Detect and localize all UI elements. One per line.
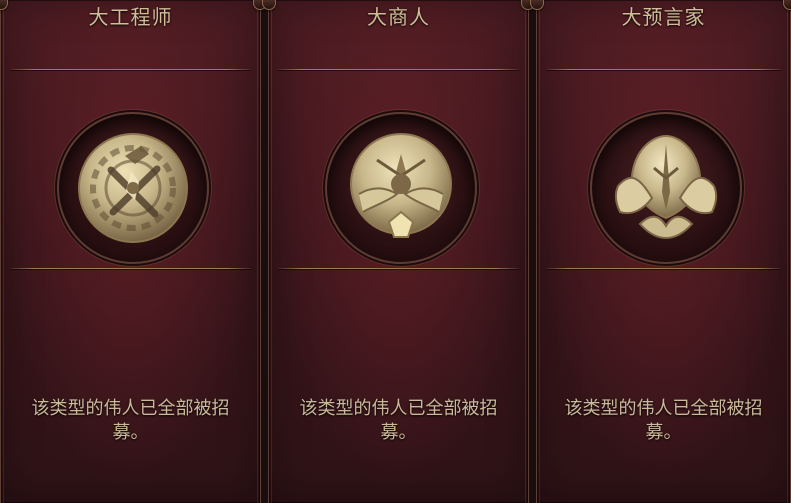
- great-engineer-title: 大工程师: [88, 5, 173, 29]
- recruitment-complete-message: 该类型的伟人已全部被招募。: [299, 398, 498, 443]
- great-engineer-medallion: [56, 112, 209, 264]
- great-prophet-title: 大预言家: [621, 5, 706, 29]
- prophet-winged-emblem-icon: [614, 134, 717, 240]
- panel-divider-bottom: [546, 268, 781, 269]
- recruitment-complete-message: 该类型的伟人已全部被招募。: [31, 398, 230, 443]
- panel-divider-bottom: [10, 268, 251, 269]
- great-prophet-medallion: [589, 112, 742, 264]
- great-engineer-panel[interactable]: 大工程师 该类型的伟人已全部被招募。: [0, 0, 267, 503]
- great-merchant-title: 大商人: [367, 5, 430, 29]
- engineer-gear-emblem-icon: [77, 133, 188, 243]
- panel-divider-bottom: [278, 268, 519, 269]
- great-prophet-panel[interactable]: 大预言家 该类型的伟人已全部被招募。: [530, 0, 791, 503]
- great-merchant-medallion: [324, 112, 477, 264]
- panel-divider-top: [278, 69, 519, 70]
- panel-divider-top: [546, 69, 781, 70]
- panel-divider-top: [10, 69, 251, 70]
- great-people-recruitment-screen: 大工程师 该类型的伟人已全部被招募。 大商人 该类型的伟人已全部被招募。 大预言…: [0, 0, 791, 503]
- recruitment-complete-message: 该类型的伟人已全部被招募。: [564, 398, 763, 443]
- merchant-gem-emblem-icon: [349, 133, 452, 238]
- great-merchant-panel[interactable]: 大商人 该类型的伟人已全部被招募。: [262, 0, 535, 503]
